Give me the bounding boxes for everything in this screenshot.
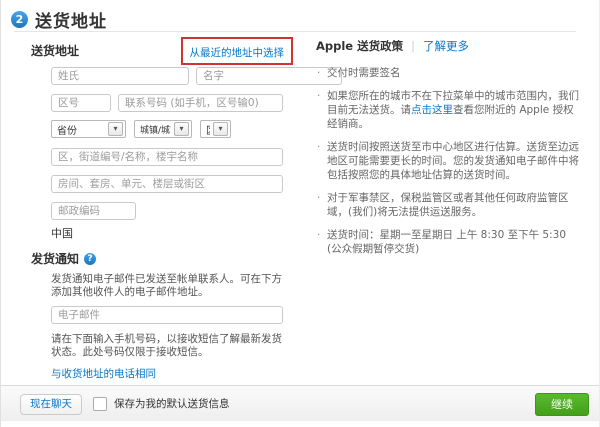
policy-bullet-list: 交付时需要签名 如果您所在的城市不在下拉菜单中的城市范围内，我们目前无法送货。请…	[316, 66, 580, 256]
chevron-down-icon: ▾	[174, 122, 189, 136]
policy-bullet-text: 对于军事禁区，保税监管区或者其他任何政府监管区域，(我们)将无法提供运送服务。	[327, 192, 569, 218]
chevron-down-icon: ▾	[213, 122, 228, 136]
country-label: 中国	[51, 225, 283, 241]
checkout-shipping-page: 2 送货地址 送货地址 从最近的地址中选择 省份 ▾ 城镇/城市 ▾	[0, 0, 600, 427]
email-input[interactable]	[51, 306, 283, 324]
save-default-checkbox[interactable]	[93, 397, 107, 411]
city-select[interactable]: 城镇/城市 ▾	[134, 120, 192, 138]
province-select[interactable]: 省份 ▾	[51, 120, 126, 138]
policy-bullet-text: 送货时间：星期一至星期日 上午 8:30 至下午 5:30 (公众假期暂停交货)	[327, 229, 566, 255]
shipment-notification-label: 发货通知	[31, 250, 79, 267]
help-icon[interactable]: ?	[84, 253, 96, 265]
shipment-notification-section: 发货通知 ?	[31, 250, 283, 267]
chevron-down-icon: ▾	[108, 122, 123, 136]
area-code-input[interactable]	[51, 94, 111, 112]
policy-bullet: 送货时间：星期一至星期日 上午 8:30 至下午 5:30 (公众假期暂停交货)	[316, 228, 580, 256]
shipping-form: 送货地址 从最近的地址中选择 省份 ▾ 城镇/城市 ▾ 区 ▾	[31, 38, 283, 407]
sms-note: 请在下面输入手机号码，以接收短信了解最新发货状态。此处号码仅限于接收短信。	[51, 333, 283, 359]
chat-now-button[interactable]: 现在聊天	[20, 394, 82, 415]
step-number-icon: 2	[11, 11, 28, 28]
shipping-address-label: 送货地址	[31, 38, 79, 59]
district-select-value: 区	[206, 122, 210, 137]
contact-number-input[interactable]	[118, 94, 283, 112]
email-note: 发货通知电子邮件已发送至帐单联系人。可在下方添加其他收件人的电子邮件地址。	[51, 273, 283, 299]
continue-button[interactable]: 继续	[535, 393, 589, 416]
last-name-input[interactable]	[51, 67, 189, 85]
policy-separator: |	[411, 39, 415, 53]
policy-bullet: 如果您所在的城市不在下拉菜单中的城市范围内，我们目前无法送货。请点击这里查看您附…	[316, 89, 580, 131]
shipping-policy-panel: Apple 送货政策 | 了解更多 交付时需要签名 如果您所在的城市不在下拉菜单…	[316, 38, 580, 265]
learn-more-link[interactable]: 了解更多	[423, 38, 469, 54]
unit-input[interactable]	[51, 175, 283, 193]
recent-address-link[interactable]: 从最近的地址中选择	[190, 47, 285, 59]
header-divider	[14, 31, 576, 32]
street-input[interactable]	[51, 148, 283, 166]
save-default-label: 保存为我的默认送货信息	[114, 396, 230, 411]
postal-code-input[interactable]	[51, 202, 136, 220]
policy-title: Apple 送货政策	[316, 38, 403, 54]
district-select[interactable]: 区 ▾	[200, 120, 231, 138]
footer-bar: 现在聊天 保存为我的默认送货信息 继续	[1, 385, 600, 421]
save-default-option[interactable]: 保存为我的默认送货信息	[93, 396, 230, 411]
same-phone-link[interactable]: 与收货地址的电话相同	[51, 368, 156, 380]
policy-bullet: 交付时需要签名	[316, 66, 580, 80]
policy-bullet: 对于军事禁区，保税监管区或者其他任何政府监管区域，(我们)将无法提供运送服务。	[316, 191, 580, 219]
province-select-value: 省份	[57, 122, 77, 137]
reseller-link[interactable]: 点击这里	[411, 104, 453, 116]
city-select-value: 城镇/城市	[140, 123, 171, 136]
annotation-highlight: 从最近的地址中选择	[181, 37, 294, 65]
policy-bullet-text: 交付时需要签名	[327, 67, 401, 79]
page-title: 送货地址	[35, 7, 107, 32]
policy-bullet: 送货时间按照送货至市中心地区进行估算。送货至边远地区可能需要更长的时间。您的发货…	[316, 140, 580, 182]
page-header: 2 送货地址	[11, 7, 107, 32]
policy-bullet-text: 送货时间按照送货至市中心地区进行估算。送货至边远地区可能需要更长的时间。您的发货…	[327, 141, 579, 181]
